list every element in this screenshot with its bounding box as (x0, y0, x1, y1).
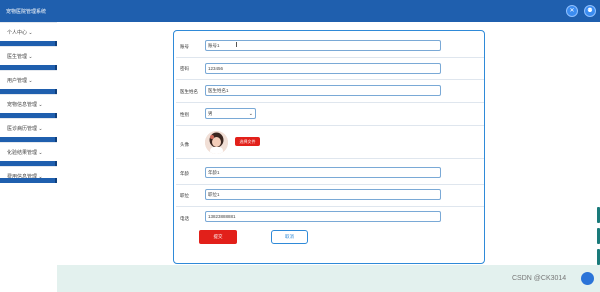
help-bubble-icon[interactable] (581, 272, 594, 285)
sidebar-item-label: 个人中心 ⌄ (7, 30, 33, 36)
avatar-image (205, 131, 228, 154)
expand-icon[interactable]: ✕ (566, 5, 578, 17)
gender-label: 性别 (180, 112, 189, 117)
submit-button[interactable]: 提交 (199, 230, 237, 244)
sidebar-item-users[interactable]: 用户管理 ⌄ (0, 70, 57, 89)
top-bar: 宠物医院管理系统 ✕ ⚉ (0, 0, 600, 22)
doctor-form-card: 账号 账号1 密码 123456 医生姓名 医生姓名1 性别 男 ⌄ 头像 选择… (173, 30, 485, 264)
user-icon[interactable]: ⚉ (584, 5, 596, 17)
sidebar-item-doctors[interactable]: 医生管理 ⌄ (0, 46, 57, 65)
row-divider (176, 158, 484, 159)
sidebar-item-label: 化验结果管理 ⌄ (7, 150, 43, 156)
row-divider (176, 206, 484, 207)
sidebar-item-lab-results[interactable]: 化验结果管理 ⌄ (0, 142, 57, 161)
title-input[interactable]: 职位1 (205, 189, 441, 200)
chevron-down-icon: ⌄ (248, 111, 253, 117)
age-input[interactable]: 年龄1 (205, 167, 441, 178)
doctor-name-input[interactable]: 医生姓名1 (205, 85, 441, 96)
gender-value: 男 (208, 111, 213, 116)
sidebar-item-pet-info[interactable]: 宠物信息管理 ⌄ (0, 94, 57, 113)
row-divider (176, 184, 484, 185)
phone-label: 电话 (180, 216, 189, 221)
sidebar-item-label: 宠物信息管理 ⌄ (7, 102, 43, 108)
row-divider (176, 79, 484, 80)
doctor-name-label: 医生姓名 (180, 89, 198, 94)
password-label: 密码 (180, 66, 189, 71)
gender-select[interactable]: 男 ⌄ (205, 108, 256, 119)
cancel-button[interactable]: 取消 (271, 230, 308, 244)
sidebar-item-label: 医生管理 ⌄ (7, 54, 33, 60)
account-label: 账号 (180, 44, 189, 49)
account-input[interactable]: 账号1 (205, 40, 441, 51)
row-divider (176, 125, 484, 126)
sidebar: 个人中心 ⌄ 医生管理 ⌄ 用户管理 ⌄ 宠物信息管理 ⌄ 医诊病历管理 ⌄ 化… (0, 22, 57, 292)
phone-input[interactable]: 13823888881 (205, 211, 441, 222)
chevron-down-icon: ⌄ (38, 102, 43, 108)
sidebar-divider (0, 178, 57, 183)
avatar-label: 头像 (180, 142, 189, 147)
chevron-down-icon: ⌄ (28, 54, 33, 60)
age-label: 年龄 (180, 171, 189, 176)
title-label: 职位 (180, 193, 189, 198)
text-cursor-icon (236, 42, 237, 47)
app-title: 宠物医院管理系统 (6, 9, 47, 15)
chevron-down-icon: ⌄ (28, 30, 33, 36)
chevron-down-icon: ⌄ (28, 78, 33, 84)
row-divider (176, 102, 484, 103)
chevron-down-icon: ⌄ (38, 150, 43, 156)
sidebar-item-medical-records[interactable]: 医诊病历管理 ⌄ (0, 118, 57, 137)
password-input[interactable]: 123456 (205, 63, 441, 74)
sidebar-item-label: 用户管理 ⌄ (7, 78, 33, 84)
choose-file-button[interactable]: 选择文件 (235, 137, 260, 146)
chevron-down-icon: ⌄ (38, 126, 43, 132)
sidebar-item-personal-center[interactable]: 个人中心 ⌄ (0, 22, 57, 41)
watermark: CSDN @CK3014 (512, 275, 567, 282)
row-divider (176, 57, 484, 58)
sidebar-item-label: 医诊病历管理 ⌄ (7, 126, 43, 132)
